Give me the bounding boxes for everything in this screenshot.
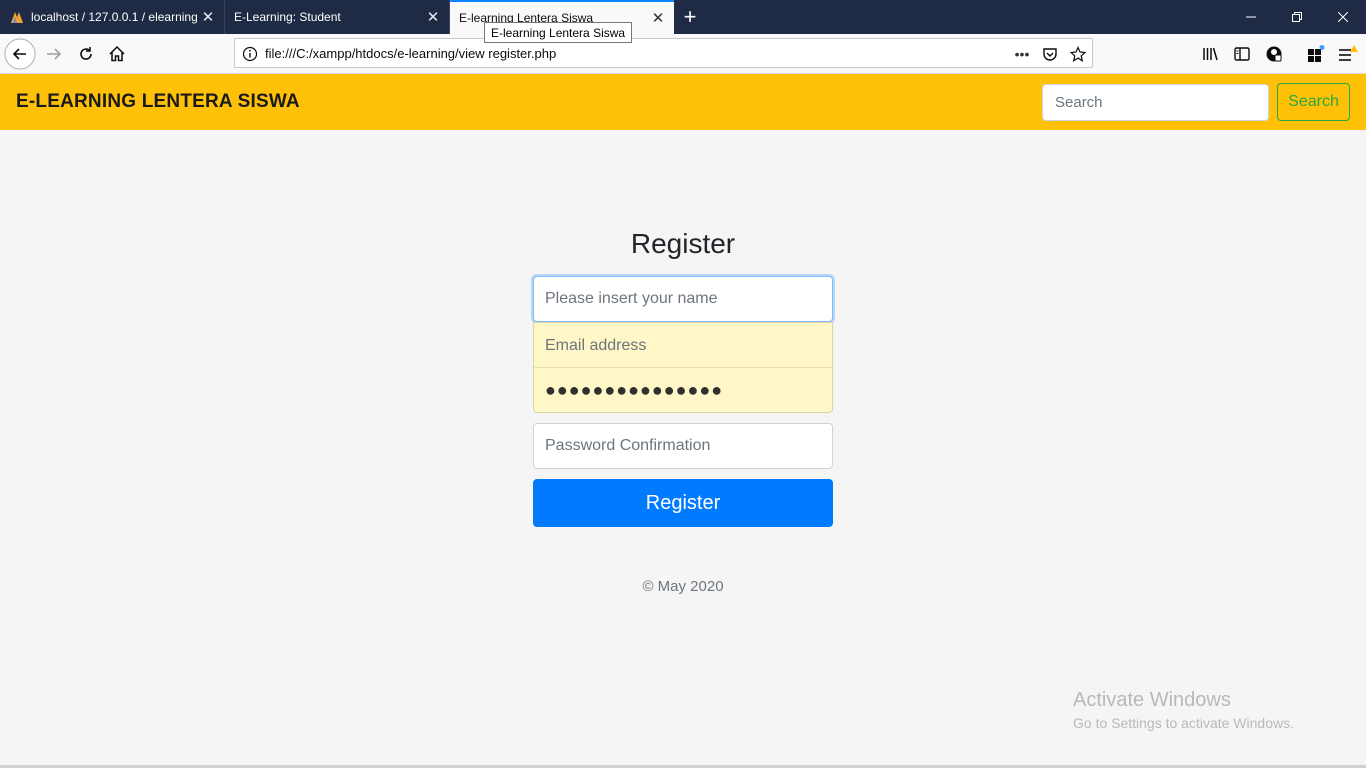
tab-label: E-Learning: Student [234, 10, 341, 24]
brand-title[interactable]: E-LEARNING LENTERA SISWA [16, 91, 300, 113]
confirm-placeholder: Password Confirmation [545, 437, 711, 454]
back-button[interactable] [4, 38, 36, 70]
sidebar-icon [1234, 47, 1250, 61]
password-input[interactable]: ●●●●●●●●●●●●●●● [533, 367, 833, 413]
new-tab-button[interactable]: + [674, 0, 706, 34]
tab-label: localhost / 127.0.0.1 / elearning [31, 10, 198, 24]
close-icon[interactable]: ✕ [425, 9, 441, 26]
extensions-button[interactable] [1299, 38, 1331, 70]
url-text: file:///C:/xampp/htdocs/e-learning/view … [265, 46, 557, 61]
email-placeholder: Email address [545, 336, 647, 354]
footer-copyright: © May 2020 [642, 578, 724, 595]
close-icon[interactable]: ✕ [200, 9, 216, 26]
forward-button[interactable] [38, 38, 70, 70]
home-icon [109, 45, 125, 62]
watermark-title: Activate Windows [1073, 689, 1231, 711]
watermark-subtitle: Go to Settings to activate Windows. [1073, 715, 1294, 731]
name-placeholder: Please insert your name [545, 290, 718, 307]
site-header: E-LEARNING LENTERA SISWA Search [0, 74, 1366, 130]
register-button[interactable]: Register [533, 479, 833, 527]
menu-button[interactable] [1331, 38, 1363, 70]
account-icon [1266, 46, 1282, 62]
email-input[interactable]: Email address [533, 322, 833, 368]
warning-icon [1350, 45, 1358, 52]
tab-elearning-student[interactable]: E-Learning: Student ✕ [225, 0, 450, 34]
back-arrow-icon [4, 38, 36, 70]
browser-tab-bar: localhost / 127.0.0.1 / elearning ✕ E-Le… [0, 0, 1366, 34]
library-icon [1203, 47, 1218, 61]
library-button[interactable] [1194, 38, 1226, 70]
tab-phpmyadmin[interactable]: localhost / 127.0.0.1 / elearning ✕ [0, 0, 225, 34]
search-button[interactable]: Search [1277, 83, 1350, 121]
reload-icon [80, 47, 92, 60]
name-input[interactable]: Please insert your name [533, 276, 833, 322]
page-actions-icon[interactable]: ••• [1012, 44, 1032, 64]
minimize-icon[interactable] [1228, 0, 1274, 34]
search-input[interactable] [1042, 84, 1269, 121]
navigation-toolbar: file:///C:/xampp/htdocs/e-learning/view … [0, 34, 1366, 74]
info-icon[interactable] [241, 45, 259, 63]
field-divider [534, 367, 832, 368]
hamburger-menu-icon [1339, 45, 1358, 61]
close-window-icon[interactable] [1320, 0, 1366, 34]
window-controls [1228, 0, 1366, 34]
restore-icon[interactable] [1274, 0, 1320, 34]
sidebar-button[interactable] [1226, 38, 1258, 70]
password-confirmation-input[interactable]: Password Confirmation [533, 423, 833, 469]
home-button[interactable] [101, 38, 133, 70]
close-icon[interactable]: ✕ [650, 10, 666, 27]
forward-arrow-icon [47, 48, 62, 60]
register-heading: Register [630, 228, 736, 259]
tab-tooltip: E-learning Lentera Siswa [484, 22, 633, 43]
pocket-icon[interactable] [1040, 44, 1060, 64]
activate-windows-watermark: Activate Windows Go to Settings to activ… [1073, 689, 1294, 731]
reload-button[interactable] [70, 38, 102, 70]
puzzle-extensions-icon [1308, 45, 1325, 62]
phpmyadmin-favicon-icon [11, 12, 23, 23]
address-bar[interactable]: file:///C:/xampp/htdocs/e-learning/view … [234, 38, 1093, 68]
bookmark-star-icon[interactable] [1068, 44, 1088, 64]
account-button[interactable] [1258, 38, 1290, 70]
password-value: ●●●●●●●●●●●●●●● [545, 379, 724, 400]
